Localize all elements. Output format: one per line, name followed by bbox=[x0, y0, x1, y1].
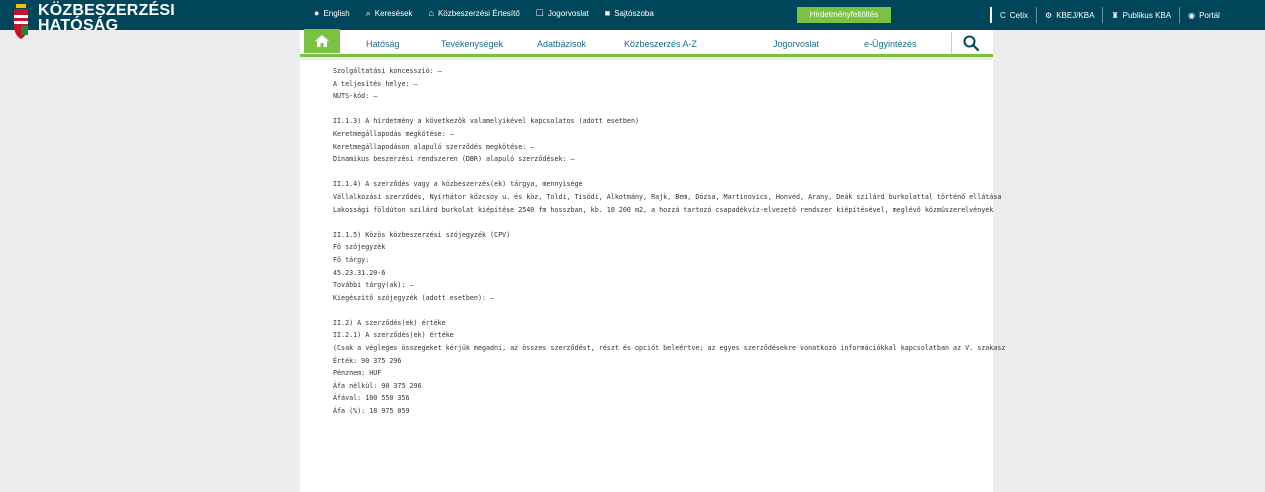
notice-line: II.2) A szerződés(ek) értéke bbox=[333, 318, 446, 327]
top-link-label: Jogorvoslat bbox=[547, 9, 589, 18]
top-link-keresesek[interactable]: ⌕ Keresések bbox=[365, 8, 413, 19]
top-link-sajtoszoba[interactable]: ■ Sajtószoba bbox=[604, 8, 654, 19]
top-link-label: Keresések bbox=[374, 9, 413, 18]
notice-line: Áfa nélkül: 90 375 296 bbox=[333, 381, 422, 390]
nav-divider bbox=[951, 32, 952, 54]
notice-line: Vállalkozási szerződés, Nyírhátor közcso… bbox=[333, 192, 1002, 201]
globe-icon: ● bbox=[314, 8, 320, 18]
notice-line: Keretmegállapodáson alapuló szerződés me… bbox=[333, 142, 535, 151]
notice-line: Fő szójegyzék bbox=[333, 243, 386, 252]
user-icon: ♜ bbox=[1111, 10, 1119, 20]
notice-line: II.1.3) A hirdetmény a következők valame… bbox=[333, 117, 639, 126]
right-link-cetix[interactable]: C Cetix bbox=[990, 7, 1036, 23]
notice-line: További tárgy(ak): – bbox=[333, 281, 414, 290]
notice-line: Áfa (%): 18 975 059 bbox=[333, 407, 410, 416]
top-link-label: Közbeszerzési Értesítő bbox=[437, 9, 520, 18]
right-links: C Cetix ⚙ KBEJ/KBA ♜ Publikus KBA ◉ Portál bbox=[990, 0, 1228, 30]
logo-line2: HATÓSÁG bbox=[38, 17, 119, 34]
right-link-publikus-kba[interactable]: ♜ Publikus KBA bbox=[1102, 7, 1179, 23]
nav-item-adatbazisok[interactable]: Adatbázisok bbox=[537, 39, 586, 49]
notice-line: 45.23.31.20-6 bbox=[333, 268, 386, 277]
top-link-ertesito[interactable]: ⌂ Közbeszerzési Értesítő bbox=[428, 8, 520, 19]
top-link-jogorvoslat[interactable]: ☐ Jogorvoslat bbox=[535, 8, 589, 19]
person-icon: ◉ bbox=[1188, 10, 1196, 20]
notice-line: (Csak a végleges összegeket kérjük megad… bbox=[333, 344, 1006, 353]
notice-line: Dinamikus beszerzési rendszeren (DBR) al… bbox=[333, 155, 575, 164]
notice-line: II.1.5) Közös közbeszerzési szójegyzék (… bbox=[333, 230, 511, 239]
home-icon: ⌂ bbox=[428, 8, 434, 18]
top-bar: KÖZBESZERZÉSI HATÓSÁG ● English ⌕ Keresése… bbox=[0, 0, 1265, 39]
nav-item-jogorvoslat[interactable]: Jogorvoslat bbox=[773, 39, 819, 49]
right-link-label: Publikus KBA bbox=[1122, 10, 1172, 20]
home-icon bbox=[315, 35, 329, 47]
notice-line: II.2.1) A szerződés(ek) értéke bbox=[333, 331, 454, 340]
notice-line: Szolgáltatási koncesszió: – bbox=[333, 67, 442, 75]
top-link-english[interactable]: ● English bbox=[314, 8, 350, 19]
notice-line: II.1.4) A szerződés vagy a közbeszerzés(… bbox=[333, 180, 583, 189]
notice-line: Érték: 90 375 296 bbox=[333, 356, 402, 365]
notice-line: Lakossági földúton szilárd burkolat kiép… bbox=[333, 205, 994, 214]
nav-item-hatosag[interactable]: Hatóság bbox=[366, 39, 400, 49]
notice-line: Keretmegállapodás megkötése: – bbox=[333, 129, 454, 138]
top-links: ● English ⌕ Keresések ⌂ Közbeszerzési Értes… bbox=[314, 8, 654, 19]
notice-line: Áfával: 100 550 356 bbox=[333, 394, 410, 403]
notice-line bbox=[333, 304, 1265, 317]
upload-notice-button[interactable]: Hirdetményfeltöltés bbox=[797, 7, 891, 23]
c-icon: C bbox=[1000, 10, 1006, 20]
crest-icon bbox=[14, 4, 28, 39]
logo-text: KÖZBESZERZÉSI HATÓSÁG bbox=[38, 2, 175, 34]
notice-text: Szolgáltatási koncesszió: – A teljesítés … bbox=[333, 65, 1265, 492]
notice-line bbox=[333, 103, 1265, 116]
search-icon: ⌕ bbox=[365, 8, 371, 18]
right-link-label: Portál bbox=[1199, 10, 1220, 20]
right-link-label: KBEJ/KBA bbox=[1056, 10, 1095, 20]
document-icon: ☐ bbox=[535, 8, 544, 18]
right-link-label: Cetix bbox=[1009, 10, 1029, 20]
top-link-label: English bbox=[323, 9, 350, 18]
notice-line: NUTS-kód: – bbox=[333, 92, 378, 101]
gear-icon: ⚙ bbox=[1045, 10, 1053, 20]
logo-line1: KÖZBESZERZÉSI bbox=[38, 2, 175, 19]
notice-line: Fő tárgy: bbox=[333, 255, 370, 264]
search-icon[interactable] bbox=[962, 34, 980, 52]
notice-line bbox=[333, 166, 1265, 179]
right-link-portal[interactable]: ◉ Portál bbox=[1179, 7, 1228, 23]
logo[interactable]: KÖZBESZERZÉSI HATÓSÁG bbox=[12, 3, 175, 43]
top-link-label: Sajtószoba bbox=[614, 9, 654, 18]
folder-icon: ■ bbox=[604, 8, 611, 18]
notice-line: Pénznem: HUF bbox=[333, 369, 382, 378]
nav-item-e-ugyintezes[interactable]: e-Ügyintézés bbox=[864, 39, 917, 49]
nav-item-kozbeszerzes-a-z[interactable]: Közbeszerzés A-Z bbox=[624, 39, 697, 49]
notice-line: Kiegészítő szójegyzék (adott esetben): – bbox=[333, 293, 495, 302]
notice-line bbox=[333, 216, 1265, 229]
notice-line: A teljesítés helye: – bbox=[333, 79, 418, 88]
home-button[interactable] bbox=[304, 29, 340, 53]
nav-item-tevekenysegek[interactable]: Tevékenységek bbox=[441, 39, 503, 49]
right-link-kbej[interactable]: ⚙ KBEJ/KBA bbox=[1036, 7, 1102, 23]
